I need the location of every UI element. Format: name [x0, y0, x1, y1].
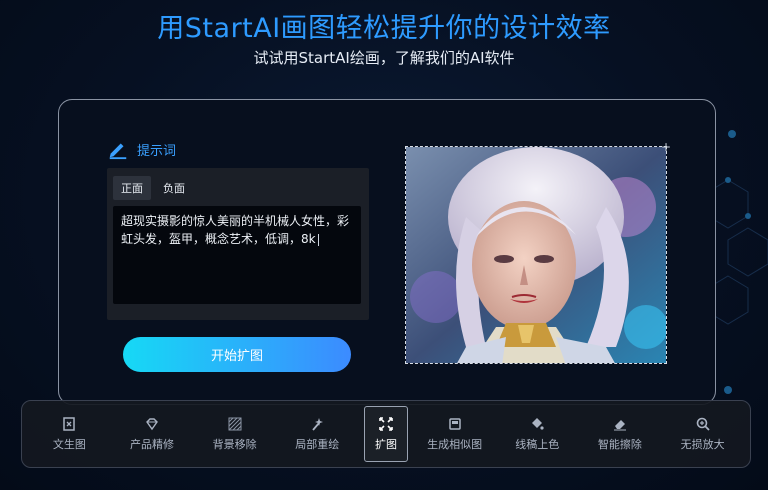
tool-product-refine[interactable]: 产品精修	[116, 406, 188, 462]
prompt-editor: 正面 负面 超现实摄影的惊人美丽的半机械人女性，彩虹头发，盔甲，概念艺术，低调，…	[107, 168, 369, 320]
tool-expand[interactable]: 扩图	[363, 406, 408, 462]
portrait-image	[406, 147, 666, 363]
tool-label: 局部重绘	[295, 437, 340, 451]
text-caret	[317, 233, 319, 246]
prompt-title: 提示词	[137, 143, 177, 159]
expand-icon	[379, 416, 393, 431]
pencil-icon	[109, 143, 127, 160]
feature-toolbar: 文生图 产品精修 背景移除 局部重绘 扩图 生成相似图 线稿上色 智能擦除 无损…	[21, 400, 751, 468]
tab-negative[interactable]: 负面	[155, 176, 193, 200]
tool-local-redraw[interactable]: 局部重绘	[281, 406, 353, 462]
tool-background-remove[interactable]: 背景移除	[199, 406, 271, 462]
background-remove-icon	[228, 417, 242, 430]
tool-similar-image[interactable]: 生成相似图	[419, 406, 491, 462]
start-expand-button[interactable]: 开始扩图	[123, 337, 351, 372]
tool-line-colorize[interactable]: 线稿上色	[501, 406, 573, 462]
text-to-image-icon	[63, 416, 76, 431]
similar-image-icon	[448, 417, 461, 430]
tool-label: 生成相似图	[427, 437, 483, 451]
page-subheadline: 试试用StartAI绘画，了解我们的AI软件	[253, 49, 515, 67]
prompt-textarea[interactable]: 超现实摄影的惊人美丽的半机械人女性，彩虹头发，盔甲，概念艺术，低调，8k	[113, 206, 361, 304]
tool-text-to-image[interactable]: 文生图	[33, 406, 105, 462]
tool-label: 无损放大	[680, 437, 725, 451]
tool-label: 产品精修	[129, 437, 174, 451]
magic-wand-icon	[312, 417, 324, 431]
page-headline: 用StartAI画图轻松提升你的设计效率	[157, 13, 611, 44]
eraser-icon	[613, 419, 626, 430]
demo-panel: 提示词 正面 负面 超现实摄影的惊人美丽的半机械人女性，彩虹头发，盔甲，概念艺术…	[58, 99, 716, 405]
tool-label: 扩图	[374, 437, 397, 451]
crop-corner-mark: +	[661, 140, 672, 154]
prompt-header: 提示词	[107, 138, 176, 160]
prompt-text: 超现实摄影的惊人美丽的半机械人女性，彩虹头发，盔甲，概念艺术，低调，8k	[121, 214, 350, 246]
tool-lossless-upscale[interactable]: 无损放大	[667, 406, 739, 462]
prompt-tabs: 正面 负面	[107, 168, 369, 200]
tab-positive[interactable]: 正面	[113, 176, 151, 200]
tool-label: 智能擦除	[597, 437, 642, 451]
tool-label: 背景移除	[212, 437, 257, 451]
tool-label: 文生图	[52, 437, 86, 451]
tool-smart-erase[interactable]: 智能擦除	[584, 406, 656, 462]
tool-label: 线稿上色	[515, 437, 560, 451]
preview-image	[405, 146, 667, 364]
zoom-in-icon	[696, 417, 710, 431]
diamond-icon	[146, 417, 158, 430]
paint-bucket-icon	[532, 417, 544, 430]
